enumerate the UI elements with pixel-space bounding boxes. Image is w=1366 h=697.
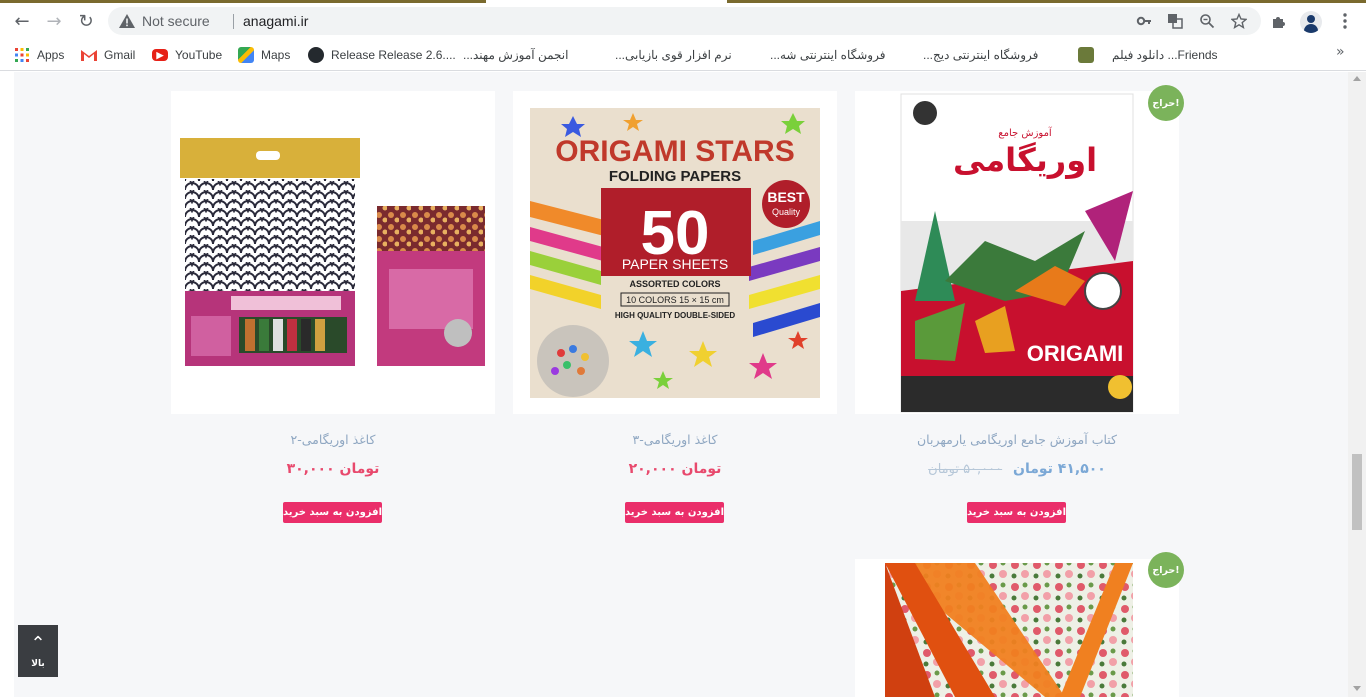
bookmark-gmail[interactable]: Gmail (81, 45, 135, 65)
bookmark-label: Apps (37, 48, 65, 62)
github-icon (308, 47, 324, 63)
origami-stars-box-image: ORIGAMI STARS FOLDING PAPERS 50 PAPER SH… (530, 108, 820, 398)
chevron-up-icon: ⌃ (30, 633, 46, 654)
page-content: کاغذ اوریگامی-۲ ۳۰,۰۰۰ تومان افزودن به س… (0, 72, 1366, 697)
best-badge-top: BEST (767, 189, 805, 205)
add-to-cart-button[interactable]: افزودن به سبد خرید (283, 502, 382, 523)
star-icon[interactable] (1230, 12, 1248, 30)
bookmarks-bar: Apps Gmail ▶ YouTube Maps Release Releas… (0, 39, 1366, 101)
profile-avatar[interactable] (1300, 11, 1322, 33)
not-secure-label[interactable]: Not secure (142, 13, 210, 29)
translate-icon[interactable] (1166, 12, 1184, 30)
browser-toolbar: ← → ↻ Not secure anagami.ir (0, 3, 1366, 39)
bookmark-label: فروشگاه اینترنتی شه... (770, 48, 886, 62)
product-price: ۲۰,۰۰۰ تومان (513, 461, 837, 477)
box-quality: HIGH QUALITY DOUBLE-SIDED (615, 311, 736, 320)
sale-badge: حراج! (1148, 85, 1184, 121)
url-text[interactable]: anagami.ir (243, 13, 308, 29)
back-arrow-icon[interactable]: ← (8, 7, 36, 35)
scroll-up-icon[interactable] (1353, 76, 1361, 81)
add-to-cart-button[interactable]: افزودن به سبد خرید (967, 502, 1066, 523)
box-subheadline: FOLDING PAPERS (609, 168, 741, 185)
omnibox-separator (233, 14, 234, 29)
book-brand: ORIGAMI (1027, 341, 1124, 366)
box-spec: 10 COLORS 15 × 15 cm (626, 295, 724, 305)
bookmark-recovery-software[interactable]: نرم افزار قوی بازیابی... (615, 45, 758, 65)
bookmarks-overflow-icon[interactable]: » (1336, 44, 1345, 60)
bookmark-store-2[interactable]: فروشگاه اینترنتی دیج... (923, 45, 1064, 65)
bookmark-label: YouTube (175, 48, 223, 62)
add-to-cart-button[interactable]: افزودن به سبد خرید (625, 502, 724, 523)
box-sheets: PAPER SHEETS (622, 256, 728, 272)
best-badge-bottom: Quality (772, 207, 801, 217)
book-title-fa: اوریگامی (953, 141, 1097, 179)
sale-badge: حراج! (1148, 552, 1184, 588)
maps-icon (238, 47, 254, 63)
bookmark-engineering-forum[interactable]: انجمن آموزش مهند... (463, 45, 590, 65)
product-price: ۳۰,۰۰۰ تومان (171, 461, 495, 477)
product-image-origami-paper-2[interactable] (171, 91, 495, 414)
menu-kebab-icon[interactable] (1334, 10, 1356, 32)
bookmark-friends[interactable]: دانلود فیلم ...Friends (1078, 45, 1218, 65)
scroll-down-icon[interactable] (1353, 686, 1361, 691)
back-to-top-button[interactable]: ⌃ بالا (18, 625, 58, 677)
price-value: ۳۰,۰۰۰ تومان (286, 461, 380, 477)
extensions-icon[interactable] (1268, 10, 1290, 32)
floral-origami-paper-image (855, 559, 1179, 697)
origami-book-cover-image: آموزش جامع اوریگامی ORIGAMI (900, 93, 1134, 413)
bookmark-maps[interactable]: Maps (238, 45, 290, 65)
reload-icon[interactable]: ↻ (72, 7, 100, 35)
bookmark-label: Gmail (104, 48, 136, 62)
gmail-icon (81, 47, 97, 63)
forward-arrow-icon[interactable]: → (40, 7, 68, 35)
zoom-icon[interactable] (1198, 12, 1216, 30)
bookmark-github[interactable]: Release Release 2.6.... (308, 45, 456, 65)
bookmark-store-1[interactable]: فروشگاه اینترنتی شه... (770, 45, 911, 65)
bookmark-label: انجمن آموزش مهند... (463, 48, 569, 62)
bookmark-label: دانلود فیلم ...Friends (1112, 48, 1218, 62)
youtube-icon: ▶ (152, 49, 168, 61)
box-assorted: ASSORTED COLORS (629, 279, 720, 289)
bookmark-label: Maps (261, 48, 291, 62)
product-title[interactable]: کتاب آموزش جامع اوریگامی یارمهربان (855, 432, 1179, 447)
product-image-floral-paper[interactable] (855, 559, 1179, 697)
product-price: ۴۱,۵۰۰ تومان ۵۰,۰۰۰ تومان (855, 461, 1179, 477)
bookmark-youtube[interactable]: ▶ YouTube (152, 45, 222, 65)
book-top-small: آموزش جامع (998, 126, 1053, 139)
sale-price-value: ۴۱,۵۰۰ تومان (1013, 461, 1106, 477)
page-scrollbar[interactable] (1348, 72, 1366, 697)
address-bar[interactable]: Not secure anagami.ir (108, 7, 1261, 35)
product-image-origami-paper-3[interactable]: ORIGAMI STARS FOLDING PAPERS 50 PAPER SH… (513, 91, 837, 414)
product-image-origami-book[interactable]: آموزش جامع اوریگامی ORIGAMI (855, 91, 1179, 414)
old-price-value: ۵۰,۰۰۰ تومان (928, 462, 1003, 477)
product-title[interactable]: کاغذ اوریگامی-۲ (171, 432, 495, 447)
key-icon[interactable] (1135, 12, 1153, 30)
scrollbar-thumb[interactable] (1352, 454, 1362, 530)
bookmark-apps[interactable]: Apps (14, 45, 64, 65)
bookmark-icon (1078, 47, 1094, 63)
bookmark-label: نرم افزار قوی بازیابی... (615, 48, 732, 62)
bookmark-label: فروشگاه اینترنتی دیج... (923, 48, 1039, 62)
warning-icon[interactable] (118, 12, 136, 30)
origami-paper-packs-image (180, 138, 485, 366)
box-headline: ORIGAMI STARS (555, 135, 794, 168)
product-title[interactable]: کاغذ اوریگامی-۳ (513, 432, 837, 447)
apps-grid-icon (14, 47, 30, 63)
price-value: ۲۰,۰۰۰ تومان (628, 461, 722, 477)
back-to-top-label: بالا (31, 659, 45, 669)
bookmark-label: Release Release 2.6.... (331, 48, 456, 62)
